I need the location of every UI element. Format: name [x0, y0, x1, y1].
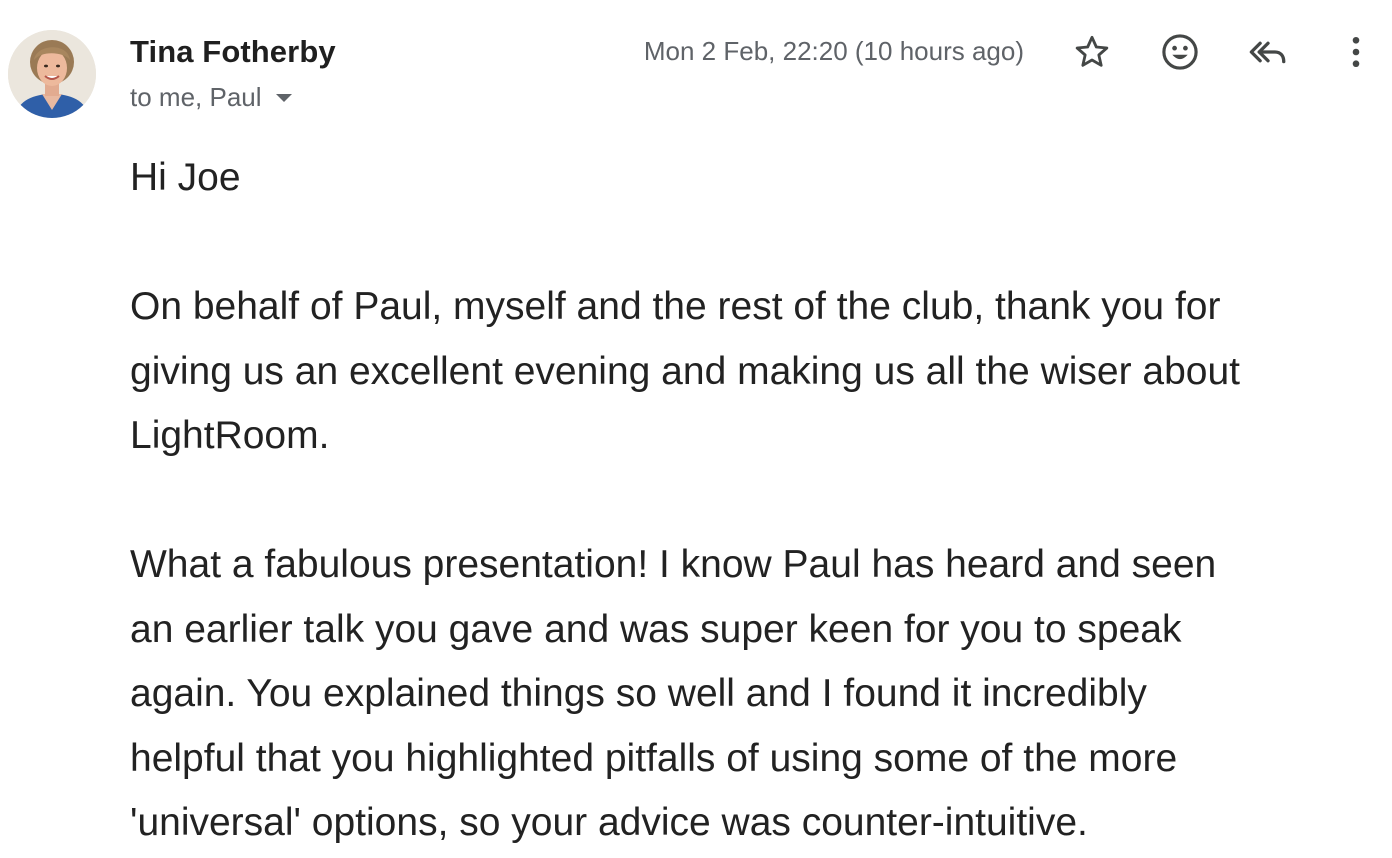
- paragraph-1-line: On behalf of Paul, myself and the rest o…: [130, 285, 1221, 328]
- paragraph-2-line: again. You explained things so well and …: [130, 672, 1147, 715]
- paragraph-2-line: What a fabulous presentation! I know Pau…: [130, 543, 1217, 586]
- reply-all-icon: [1249, 41, 1286, 64]
- add-reaction-button[interactable]: [1158, 30, 1202, 74]
- paragraph-2-line: helpful that you highlighted pitfalls of…: [130, 736, 1178, 780]
- star-button[interactable]: [1070, 30, 1114, 74]
- sender-avatar[interactable]: [8, 30, 96, 118]
- email-timestamp: Mon 2 Feb, 22:20 (10 hours ago): [643, 36, 1024, 66]
- paragraph-2-line: an earlier talk you gave and was super k…: [130, 607, 1182, 651]
- recipients-dropdown[interactable]: to me, Paul: [130, 81, 292, 113]
- paragraph-1-line: giving us an excellent evening and makin…: [130, 349, 1241, 393]
- more-options-button[interactable]: [1334, 30, 1378, 74]
- chevron-down-icon[interactable]: [275, 94, 292, 102]
- reply-all-button[interactable]: [1246, 30, 1290, 74]
- star-icon: [1075, 35, 1109, 67]
- emoji-icon: [1162, 34, 1198, 70]
- paragraph-1-line: LightRoom.: [130, 414, 330, 457]
- email-header: Tina Fotherby to me, Paul Mon 2 Feb, 22:…: [0, 0, 1392, 130]
- paragraph-2-line: 'universal' options, so your advice was …: [130, 801, 1088, 844]
- recipients-label: to me, Paul: [130, 81, 262, 112]
- sender-name: Tina Fotherby: [130, 34, 336, 69]
- more-vert-icon: [1352, 36, 1360, 68]
- email-body: Hi Joe On behalf of Paul, myself and the…: [130, 146, 1380, 856]
- greeting: Hi Joe: [130, 156, 241, 199]
